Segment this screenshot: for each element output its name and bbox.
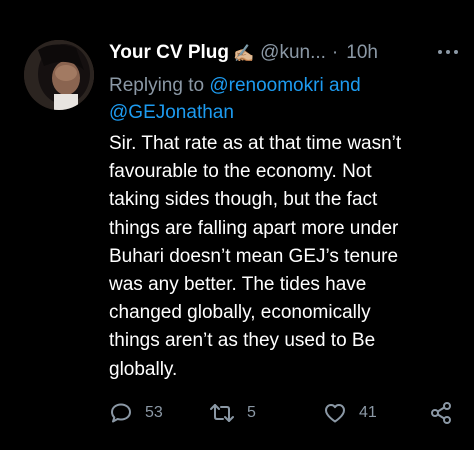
heart-icon [325, 404, 345, 423]
reply-count: 53 [145, 404, 163, 421]
tweet-text: Sir. That rate as at that time wasn’t fa… [109, 133, 402, 380]
comment-icon [111, 403, 131, 423]
avatar[interactable] [24, 40, 94, 110]
share-button[interactable] [429, 400, 465, 426]
share-icon [431, 402, 451, 424]
more-horizontal-icon[interactable] [437, 42, 459, 67]
retweet-count: 5 [247, 404, 256, 421]
tweet-actions: 53 5 41 [109, 400, 459, 426]
tweet-header: Your CV Plug ✍🏼 @kun... · 10h [109, 38, 459, 68]
replying-to: Replying to @renoomokri and @GEJonathan [109, 72, 449, 126]
reply-button[interactable]: 53 [109, 400, 163, 426]
mention-link[interactable]: @GEJonathan [109, 102, 234, 123]
mention-link[interactable]: @renoomokri [209, 75, 323, 96]
retweet-button[interactable]: 5 [209, 400, 256, 426]
tweet-card[interactable]: Your CV Plug ✍🏼 @kun... · 10h Replying t… [0, 0, 474, 450]
tweet-timestamp[interactable]: 10h [346, 42, 378, 64]
avatar-image [24, 40, 94, 110]
like-button[interactable]: 41 [323, 400, 377, 426]
replying-and[interactable]: and [324, 75, 361, 96]
user-handle[interactable]: @kun... [260, 42, 326, 64]
like-count: 41 [359, 404, 377, 421]
display-name[interactable]: Your CV Plug [109, 42, 229, 64]
separator-dot: · [331, 42, 339, 63]
replying-prefix: Replying to [109, 75, 210, 96]
retweet-icon [210, 404, 234, 422]
writing-hand-emoji: ✍🏼 [232, 43, 255, 63]
